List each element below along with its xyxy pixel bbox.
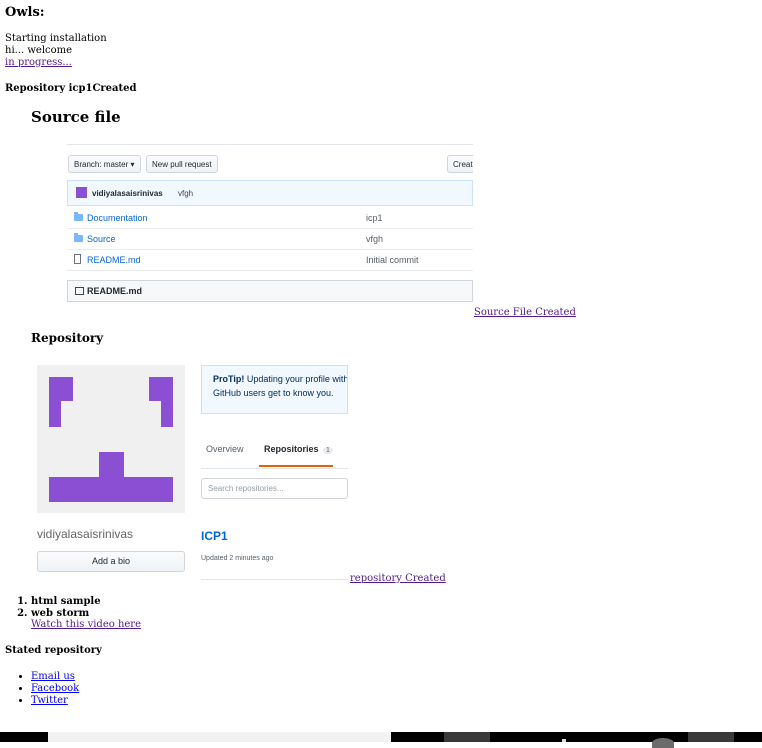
readme-header-bar: README.md <box>67 280 473 302</box>
file-commit-message: Initial commit <box>366 255 419 265</box>
protip-label: ProTip! <box>213 374 245 384</box>
file-row: Source vfgh <box>67 229 473 250</box>
repository-section-title: Repository <box>31 331 104 345</box>
tab-repositories: Repositories 1 <box>259 435 333 467</box>
taskbar-app-tile[interactable] <box>444 732 490 742</box>
repositories-count-badge: 1 <box>323 447 333 454</box>
watch-video-link[interactable]: Watch this video here <box>31 619 141 630</box>
profile-username: vidiyalasaisrinivas <box>37 527 134 541</box>
file-name: Documentation <box>87 213 148 223</box>
divider <box>201 579 348 580</box>
file-name: README.md <box>87 255 141 265</box>
welcome-line: hi... welcome <box>5 45 73 56</box>
create-file-button: Creat <box>447 155 473 173</box>
twitter-link[interactable]: Twitter <box>31 695 68 706</box>
list-item: Twitter <box>31 695 79 707</box>
file-commit-message: vfgh <box>366 234 384 244</box>
commit-message: vfgh <box>178 189 194 198</box>
source-file-created-link[interactable]: Source File Created <box>474 307 576 318</box>
author-avatar <box>76 187 87 198</box>
source-file-screenshot: Branch: master ▾ New pull request Creat … <box>67 144 473 317</box>
repository-created-link[interactable]: repository Created <box>350 573 446 584</box>
file-row: Documentation icp1 <box>67 208 473 229</box>
taskbar-app-tile[interactable] <box>688 732 734 742</box>
footer-links-list: Email us Facebook Twitter <box>5 671 79 707</box>
branch-button: Branch: master ▾ <box>68 155 141 173</box>
repository-screenshot: vidiyalasaisrinivas Add a bio ProTip! Up… <box>37 365 348 582</box>
protip-text-2: GitHub users get to know you. <box>213 388 334 398</box>
file-name: Source <box>87 234 116 244</box>
file-commit-message: icp1 <box>366 213 383 223</box>
list-item: Facebook <box>31 683 79 695</box>
list-item: Email us <box>31 671 79 683</box>
list-item: html sample <box>31 596 101 608</box>
latest-commit-bar: vidiyalasaisrinivas vfgh <box>67 180 473 206</box>
progress-link[interactable]: in progress... <box>5 57 72 69</box>
taskbar-search-box[interactable] <box>48 732 391 742</box>
tab-overview: Overview <box>206 444 244 454</box>
file-row: README.md Initial commit <box>67 250 473 271</box>
taskbar <box>0 732 762 748</box>
identicon-avatar <box>37 365 185 513</box>
repository-name: ICP1 <box>201 529 228 543</box>
protip-banner: ProTip! Updating your profile with GitHu… <box>201 365 348 414</box>
facebook-link[interactable]: Facebook <box>31 683 79 694</box>
source-section-title: Source file <box>31 108 121 126</box>
email-us-link[interactable]: Email us <box>31 671 75 682</box>
ordered-list: html sample web storm <box>15 596 101 620</box>
page-heading: Owls: <box>5 5 45 20</box>
add-bio-button: Add a bio <box>37 551 185 572</box>
new-pull-request-button: New pull request <box>146 155 218 173</box>
tab-repositories-label: Repositories <box>264 444 319 454</box>
book-icon <box>75 287 84 295</box>
folder-icon <box>74 212 83 221</box>
protip-text: Updating your profile with <box>244 374 348 384</box>
stated-repository-heading: Stated repository <box>5 645 102 656</box>
readme-title: README.md <box>87 286 143 296</box>
file-icon <box>74 254 81 264</box>
profile-tabs: Overview Repositories 1 <box>201 435 348 469</box>
commit-author: vidiyalasaisrinivas <box>92 189 163 198</box>
taskbar-app-icon[interactable] <box>652 738 674 748</box>
folder-icon <box>74 233 83 242</box>
status-line: Starting installation <box>5 33 107 44</box>
repo-created-text: Repository icp1Created <box>5 83 137 94</box>
repository-updated-time: Updated 2 minutes ago <box>201 555 274 562</box>
repository-search-input: Search repositories... <box>201 478 348 499</box>
